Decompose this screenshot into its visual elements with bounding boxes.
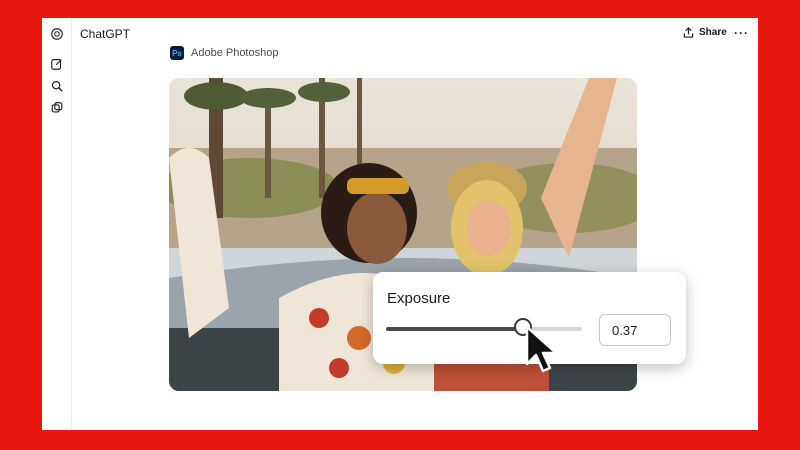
exposure-value-input[interactable]: 0.37 bbox=[599, 314, 671, 346]
share-icon bbox=[683, 27, 694, 38]
library-icon[interactable] bbox=[49, 100, 65, 116]
left-rail bbox=[42, 18, 72, 430]
attached-app-chip[interactable]: Ps Adobe Photoshop bbox=[170, 46, 278, 60]
new-chat-icon[interactable] bbox=[49, 56, 65, 72]
exposure-slider-fill bbox=[386, 327, 524, 331]
exposure-label: Exposure bbox=[387, 290, 451, 307]
app-window: ChatGPT Share ··· Ps Adobe Photoshop bbox=[42, 18, 758, 430]
share-label: Share bbox=[699, 27, 727, 38]
openai-logo-icon[interactable] bbox=[49, 26, 65, 42]
mouse-pointer-icon bbox=[525, 325, 558, 373]
attached-app-name: Adobe Photoshop bbox=[191, 47, 279, 59]
share-button[interactable]: Share bbox=[683, 27, 727, 38]
app-title: ChatGPT bbox=[80, 27, 131, 41]
photoshop-logo-icon: Ps bbox=[170, 46, 184, 60]
search-icon[interactable] bbox=[49, 78, 65, 94]
more-options-icon[interactable]: ··· bbox=[734, 26, 749, 40]
